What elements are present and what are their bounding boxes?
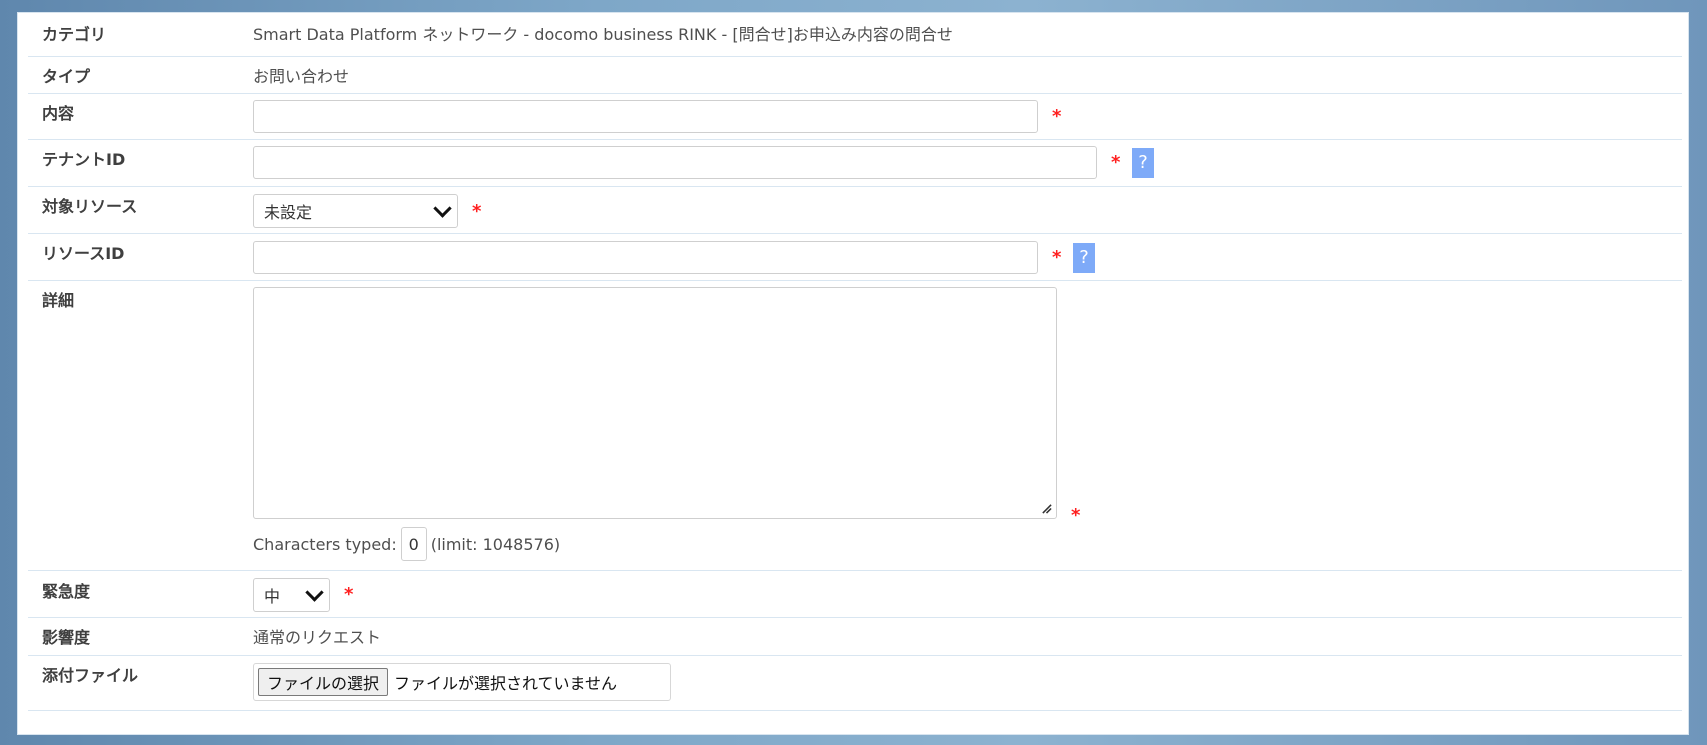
resource-id-required-mark: * <box>1052 247 1062 268</box>
target-resource-selected-value: 未設定 <box>264 203 313 222</box>
tenant-id-required-mark: * <box>1111 152 1121 173</box>
tenant-id-label: テナントID <box>42 150 126 169</box>
file-upload-control[interactable]: ファイルの選択 ファイルが選択されていません <box>253 663 671 701</box>
details-textarea[interactable] <box>253 287 1057 519</box>
impact-value: 通常のリクエスト <box>253 628 382 647</box>
type-row: タイプ お問い合わせ <box>28 57 1682 94</box>
target-resource-row: 対象リソース 未設定 * <box>28 187 1682 234</box>
type-value: お問い合わせ <box>253 67 350 86</box>
resource-id-help-button[interactable]: ? <box>1073 243 1095 273</box>
character-limit: (limit: 1048576) <box>430 534 561 554</box>
urgency-row: 緊急度 中 * <box>28 571 1682 618</box>
tenant-id-input[interactable] <box>253 146 1097 179</box>
impact-label: 影響度 <box>42 628 91 647</box>
content-label: 内容 <box>42 104 75 123</box>
chevron-down-icon <box>305 582 324 602</box>
resize-handle-icon[interactable] <box>1041 503 1052 514</box>
details-row: 詳細 * Characters typed: 0 (limit: 1048576… <box>28 281 1682 571</box>
impact-row: 影響度 通常のリクエスト <box>28 618 1682 656</box>
urgency-label: 緊急度 <box>42 582 91 601</box>
target-resource-label: 対象リソース <box>42 197 138 216</box>
category-row: カテゴリ Smart Data Platform ネットワーク - docomo… <box>28 13 1682 57</box>
target-resource-select[interactable]: 未設定 <box>253 194 458 228</box>
file-status-text: ファイルが選択されていません <box>394 674 618 693</box>
tenant-id-help-button[interactable]: ? <box>1132 148 1154 178</box>
category-value: Smart Data Platform ネットワーク - docomo busi… <box>253 25 953 44</box>
chevron-down-icon <box>433 198 452 218</box>
content-required-mark: * <box>1052 106 1062 127</box>
characters-typed-label: Characters typed: <box>253 534 397 554</box>
content-input[interactable] <box>253 100 1038 133</box>
urgency-selected-value: 中 <box>264 587 281 606</box>
attachment-row: 添付ファイル ファイルの選択 ファイルが選択されていません <box>28 656 1682 711</box>
details-label: 詳細 <box>42 291 75 310</box>
resource-id-row: リソースID * ? <box>28 234 1682 281</box>
type-label: タイプ <box>42 67 91 86</box>
choose-file-button[interactable]: ファイルの選択 <box>258 668 389 696</box>
character-counter: Characters typed: 0 (limit: 1048576) <box>253 527 560 561</box>
resource-id-input[interactable] <box>253 241 1038 274</box>
resource-id-label: リソースID <box>42 244 125 263</box>
attachment-label: 添付ファイル <box>42 666 139 685</box>
characters-typed-value: 0 <box>400 527 427 561</box>
content-row: 内容 * <box>28 94 1682 140</box>
details-required-mark: * <box>1071 505 1081 526</box>
urgency-required-mark: * <box>344 584 354 605</box>
inquiry-form-panel: カテゴリ Smart Data Platform ネットワーク - docomo… <box>17 12 1689 735</box>
target-resource-required-mark: * <box>472 201 482 222</box>
urgency-select[interactable]: 中 <box>253 578 330 612</box>
category-label: カテゴリ <box>42 25 107 44</box>
tenant-id-row: テナントID * ? <box>28 140 1682 187</box>
